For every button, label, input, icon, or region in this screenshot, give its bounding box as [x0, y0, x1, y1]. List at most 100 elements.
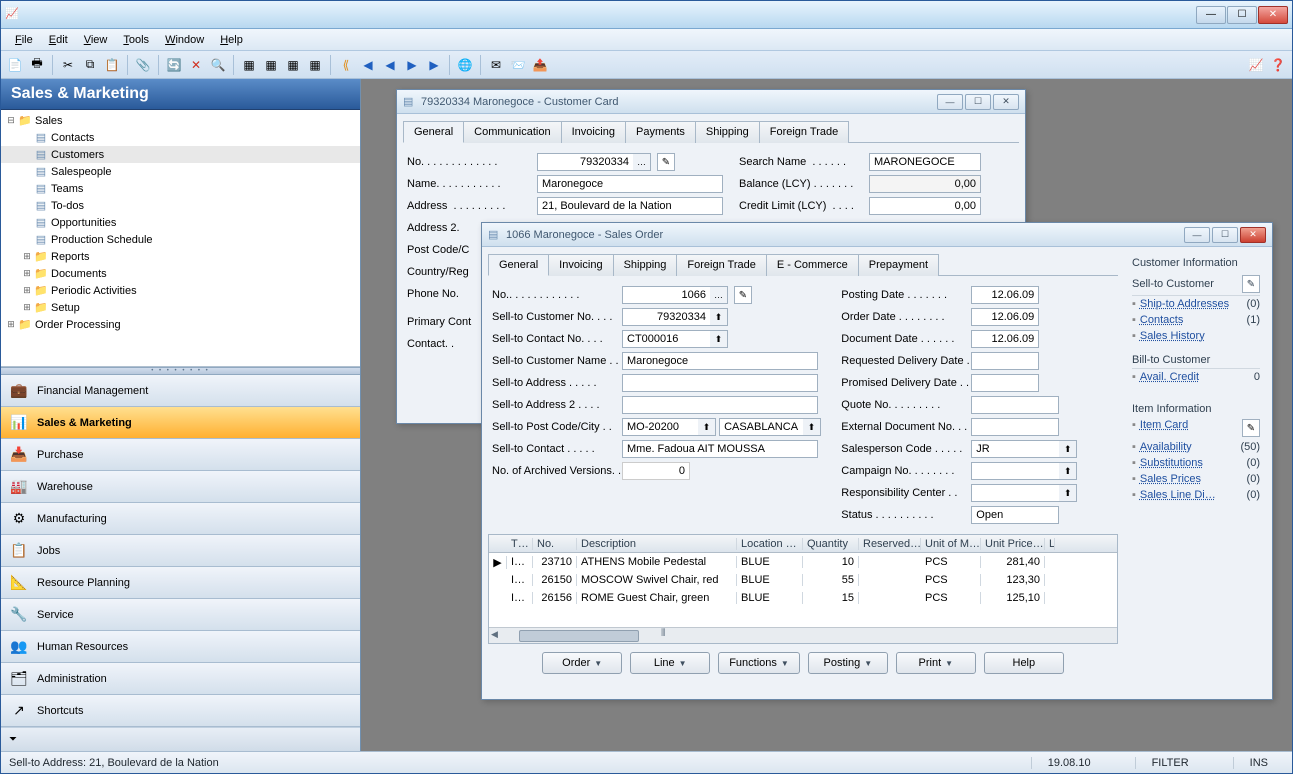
info-link[interactable]: Ship-to Addresses [1140, 298, 1229, 310]
field-input[interactable] [971, 418, 1059, 436]
tree-item[interactable]: ⊞📁Periodic Activities [1, 282, 360, 299]
tree-item[interactable]: ▤Contacts [1, 129, 360, 146]
lookup-icon[interactable]: ⬆ [1059, 462, 1077, 480]
help-icon[interactable]: ❓ [1268, 55, 1288, 75]
grid2-icon[interactable]: ▦ [261, 55, 281, 75]
tree-expander[interactable]: ⊞ [21, 302, 33, 313]
tree-item[interactable]: ⊞📁Order Processing [1, 316, 360, 333]
field-input[interactable] [971, 506, 1059, 524]
lookup-icon[interactable]: ⬆ [710, 308, 728, 326]
field-input[interactable] [622, 440, 818, 458]
info-row[interactable]: ▪Avail. Credit0 [1132, 369, 1260, 385]
nav-next-icon[interactable]: ▶ [402, 55, 422, 75]
menu-file[interactable]: File [7, 34, 41, 46]
chart-icon[interactable]: 📈 [1246, 55, 1266, 75]
customer-card-titlebar[interactable]: ▤ 79320334 Maronegoce - Customer Card — … [397, 90, 1025, 114]
info-link[interactable]: Sales Line Di… [1140, 489, 1216, 501]
edit-icon[interactable]: ✎ [1242, 275, 1260, 293]
tree-item[interactable]: ▤Customers [1, 146, 360, 163]
cc-credit-input[interactable] [869, 197, 981, 215]
posting-button[interactable]: Posting▼ [808, 652, 888, 674]
tab-invoicing[interactable]: Invoicing [561, 121, 626, 143]
nav-last-icon[interactable]: ▶ [424, 55, 444, 75]
info-link[interactable]: Availability [1140, 441, 1192, 453]
tree-item[interactable]: ⊞📁Documents [1, 265, 360, 282]
field-input[interactable] [622, 418, 698, 436]
toolbar[interactable]: 📄 🖶 ✂ ⧉ 📋 📎 🔄 ✕ 🔍 ▦ ▦ ▦ ▦ ⟪ ◀ ◀ ▶ ▶ 🌐 ✉ … [1, 51, 1292, 79]
menu-view[interactable]: View [76, 34, 116, 46]
tab-shipping[interactable]: Shipping [695, 121, 760, 143]
info-row[interactable]: ▪Item Card✎ [1132, 417, 1260, 439]
send-icon[interactable]: 📨 [508, 55, 528, 75]
order-lines-grid[interactable]: T…No.DescriptionLocation …QuantityReserv… [488, 534, 1118, 644]
lookup-icon[interactable]: ⬆ [710, 330, 728, 348]
tab-e-commerce[interactable]: E - Commerce [766, 254, 859, 276]
print-button[interactable]: Print▼ [896, 652, 976, 674]
grid-col-header[interactable]: Description [577, 538, 737, 550]
field-input[interactable] [971, 440, 1059, 458]
print-icon[interactable]: 🖶 [27, 55, 47, 75]
grid1-icon[interactable]: ▦ [239, 55, 259, 75]
field-input[interactable] [622, 352, 818, 370]
info-row[interactable]: ▪Sales Line Di…(0) [1132, 487, 1260, 503]
lookup-icon[interactable]: ⬆ [1059, 440, 1077, 458]
tree-item[interactable]: ▤Production Schedule [1, 231, 360, 248]
tab-communication[interactable]: Communication [463, 121, 561, 143]
tree-expander[interactable]: ⊞ [21, 251, 33, 262]
lookup-icon[interactable]: … [710, 286, 728, 304]
functions-button[interactable]: Functions▼ [718, 652, 800, 674]
tree-item[interactable]: ⊞📁Setup [1, 299, 360, 316]
grid3-icon[interactable]: ▦ [283, 55, 303, 75]
cc-no-input[interactable] [537, 153, 633, 171]
sales-order-titlebar[interactable]: ▤ 1066 Maronegoce - Sales Order — ☐ ✕ [482, 223, 1272, 247]
info-row[interactable]: ▪Sales Prices(0) [1132, 471, 1260, 487]
info-row[interactable]: ▪Ship-to Addresses(0) [1132, 296, 1260, 312]
nav-item[interactable]: 📐Resource Planning [1, 567, 360, 599]
edit-icon[interactable]: ✎ [1242, 419, 1260, 437]
field-input[interactable] [622, 396, 818, 414]
menu-help[interactable]: Help [212, 34, 251, 46]
menu-edit[interactable]: Edit [41, 34, 76, 46]
mail-icon[interactable]: ✉ [486, 55, 506, 75]
copy-icon[interactable]: ⧉ [80, 55, 100, 75]
grid-row[interactable]: I…26156ROME Guest Chair, greenBLUE15PCS1… [489, 589, 1117, 607]
info-row[interactable]: ▪Substitutions(0) [1132, 455, 1260, 471]
nav-collapse-button[interactable]: ⏷ [1, 727, 360, 751]
so-close-button[interactable]: ✕ [1240, 227, 1266, 243]
nav-prev-icon[interactable]: ◀ [380, 55, 400, 75]
field-input[interactable] [971, 286, 1039, 304]
nav-item[interactable]: 🔧Service [1, 599, 360, 631]
lookup-icon[interactable]: ⬆ [698, 418, 716, 436]
maximize-button[interactable]: ☐ [1227, 6, 1257, 24]
menubar[interactable]: FileEditViewToolsWindowHelp [1, 29, 1292, 51]
tab-general[interactable]: General [488, 254, 549, 276]
tree-expander[interactable]: ⊞ [5, 319, 17, 330]
cc-minimize-button[interactable]: — [937, 94, 963, 110]
grid-col-header[interactable]: Reserved… [859, 538, 921, 550]
tree-item[interactable]: ▤To-dos [1, 197, 360, 214]
nav-item[interactable]: 🗂Administration [1, 663, 360, 695]
field-input[interactable] [971, 330, 1039, 348]
nav-tree[interactable]: ⊟📁Sales▤Contacts▤Customers▤Salespeople▤T… [1, 110, 360, 367]
info-link[interactable]: Sales History [1140, 330, 1205, 342]
grid-col-header[interactable]: Location … [737, 538, 803, 550]
field-input[interactable] [971, 308, 1039, 326]
grid4-icon[interactable]: ▦ [305, 55, 325, 75]
tree-expander[interactable]: ⊞ [21, 285, 33, 296]
info-row[interactable]: ▪Sales History [1132, 328, 1260, 344]
cc-search-input[interactable] [869, 153, 981, 171]
field-input[interactable] [622, 330, 710, 348]
grid-col-header[interactable]: Unit of M… [921, 538, 981, 550]
delete-icon[interactable]: ✕ [186, 55, 206, 75]
cc-close-button[interactable]: ✕ [993, 94, 1019, 110]
field-input[interactable] [971, 352, 1039, 370]
tab-foreign-trade[interactable]: Foreign Trade [759, 121, 849, 143]
nav-first-icon[interactable]: ⟪ [336, 55, 356, 75]
new-icon[interactable]: 📄 [5, 55, 25, 75]
grid-col-header[interactable]: No. [533, 538, 577, 550]
globe-icon[interactable]: 🌐 [455, 55, 475, 75]
tree-expander[interactable]: ⊞ [21, 268, 33, 279]
tree-item[interactable]: ⊞📁Reports [1, 248, 360, 265]
grid-col-header[interactable]: T… [507, 538, 533, 550]
so-minimize-button[interactable]: — [1184, 227, 1210, 243]
